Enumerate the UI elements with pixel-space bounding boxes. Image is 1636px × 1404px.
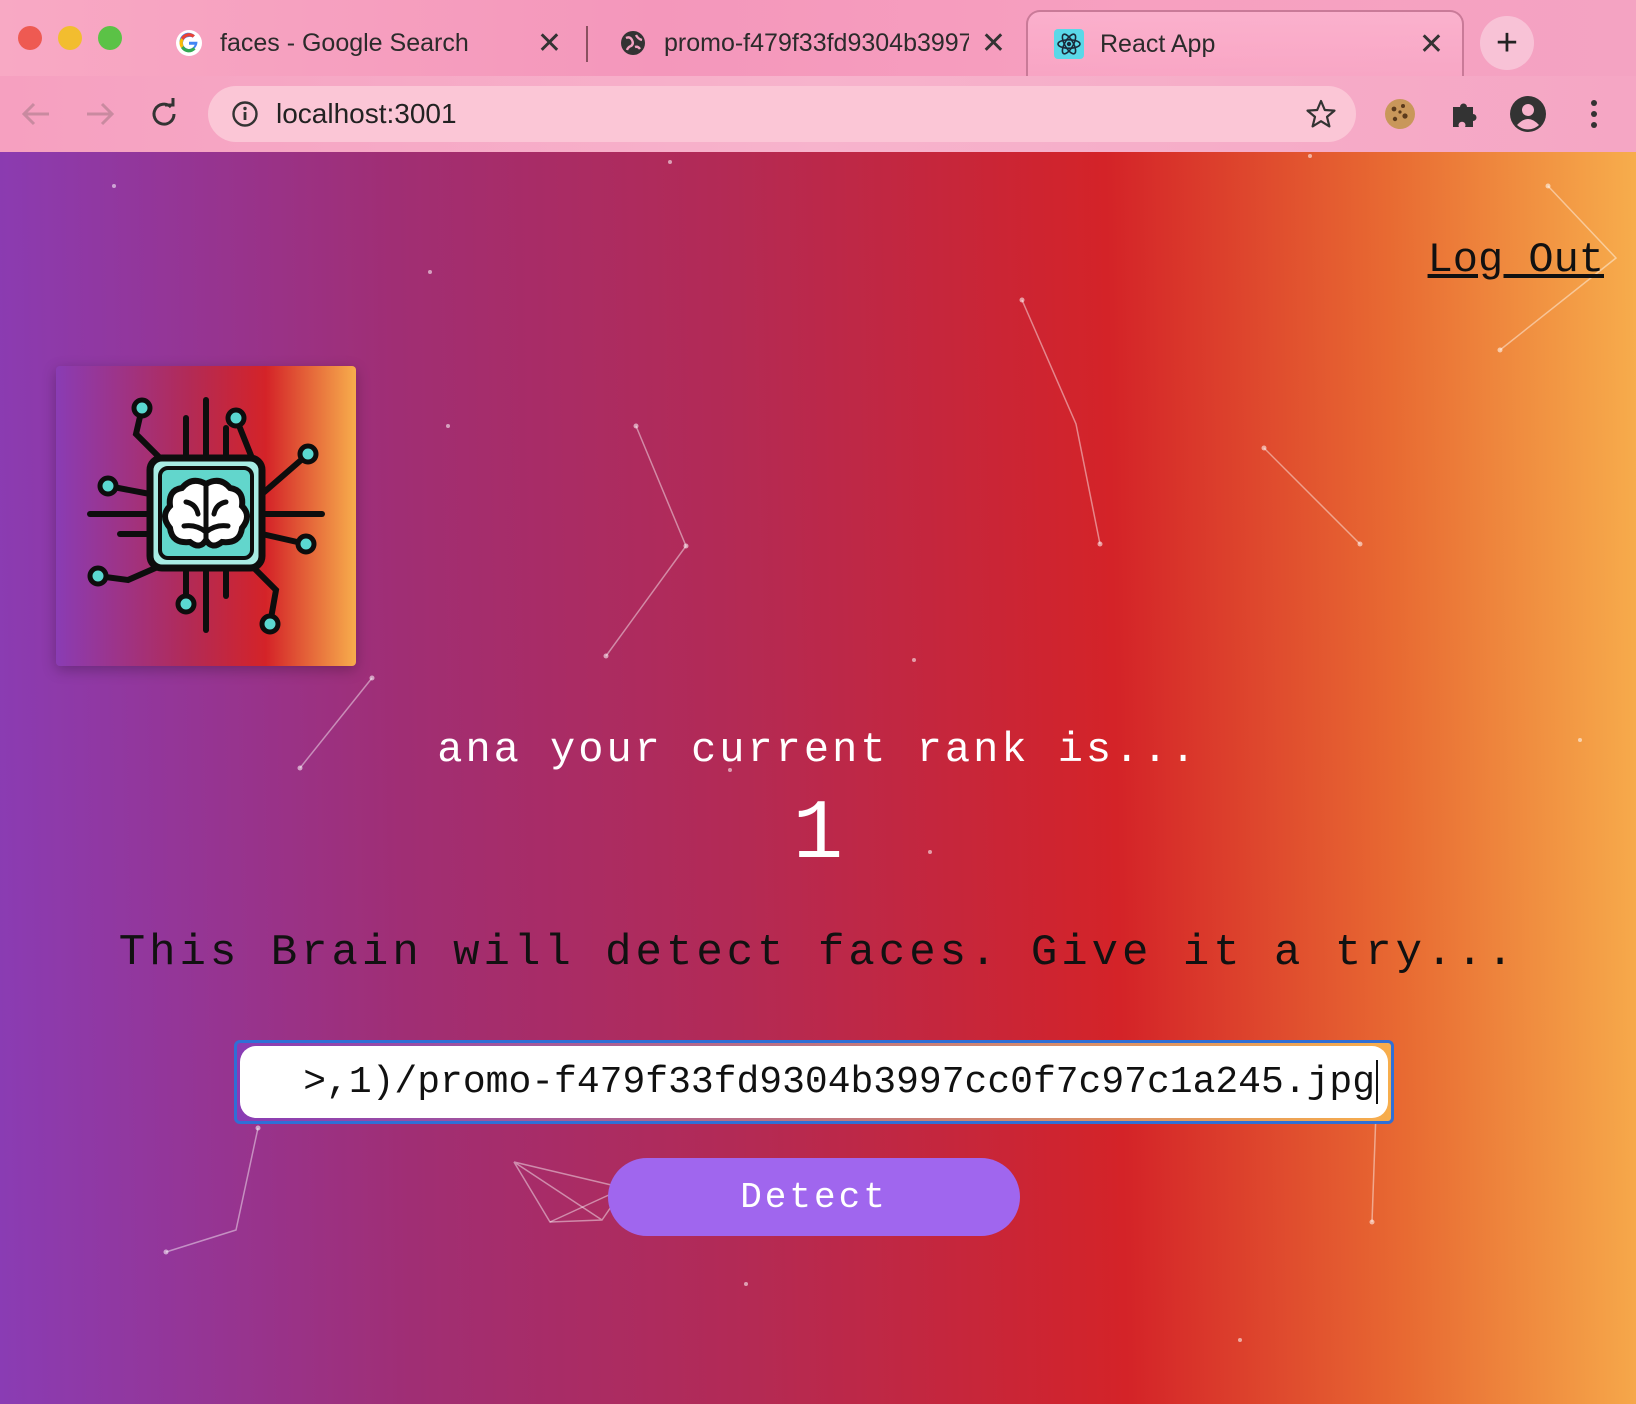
detect-button[interactable]: Detect bbox=[608, 1158, 1020, 1236]
info-icon[interactable] bbox=[230, 99, 260, 129]
address-bar[interactable]: localhost:3001 bbox=[208, 86, 1356, 142]
bookmark-star-icon[interactable] bbox=[1304, 97, 1338, 131]
back-button[interactable] bbox=[14, 92, 58, 136]
close-tab-icon[interactable]: ✕ bbox=[537, 26, 562, 61]
image-url-input[interactable]: >,1)/promo-f479f33fd9304b3997cc0f7c97c1a… bbox=[240, 1046, 1388, 1118]
reload-button[interactable] bbox=[142, 92, 186, 136]
reload-icon bbox=[152, 98, 176, 126]
close-tab-icon[interactable]: ✕ bbox=[981, 26, 1006, 61]
close-tab-icon[interactable]: ✕ bbox=[1419, 27, 1444, 62]
tab-title: React App bbox=[1100, 29, 1216, 58]
rank-value: 1 bbox=[792, 788, 844, 883]
text-caret bbox=[1376, 1060, 1378, 1104]
new-tab-button[interactable]: + bbox=[1480, 16, 1534, 70]
browser-tab-strip: faces - Google Search ✕ promo-f479f33fd9… bbox=[0, 0, 1636, 76]
arrow-right-icon bbox=[87, 102, 115, 126]
cookie-extension-icon[interactable] bbox=[1378, 92, 1422, 136]
image-url-field[interactable]: >,1)/promo-f479f33fd9304b3997cc0f7c97c1a… bbox=[234, 1040, 1394, 1124]
brain-logo[interactable] bbox=[56, 366, 356, 666]
react-icon bbox=[1054, 29, 1084, 59]
globe-icon bbox=[618, 28, 648, 58]
window-maximize-button[interactable] bbox=[98, 26, 122, 50]
rank-message: ana your current rank is... bbox=[437, 726, 1199, 774]
app-tagline: This Brain will detect faces. Give it a … bbox=[118, 928, 1518, 978]
logout-link[interactable]: Log Out bbox=[1428, 236, 1604, 284]
extensions-puzzle-icon[interactable] bbox=[1442, 92, 1486, 136]
tab-react-app[interactable]: React App ✕ bbox=[1026, 10, 1464, 76]
brain-chip-icon bbox=[87, 397, 325, 635]
app-page: Log Out ana your current rank is... 1 Th… bbox=[0, 152, 1636, 1404]
browser-toolbar: localhost:3001 bbox=[0, 76, 1636, 154]
tab-title: faces - Google Search bbox=[220, 28, 469, 57]
window-minimize-button[interactable] bbox=[58, 26, 82, 50]
forward-button[interactable] bbox=[78, 92, 122, 136]
window-close-button[interactable] bbox=[18, 26, 42, 50]
tab-separator bbox=[586, 26, 588, 62]
image-url-value: >,1)/promo-f479f33fd9304b3997cc0f7c97c1a… bbox=[303, 1060, 1375, 1104]
arrow-left-icon bbox=[21, 102, 49, 126]
tab-google-search[interactable]: faces - Google Search ✕ bbox=[148, 10, 580, 76]
address-text: localhost:3001 bbox=[276, 98, 457, 129]
tab-title: promo-f479f33fd9304b3997cc0f7c97c1a245.j… bbox=[664, 28, 969, 57]
plus-icon: + bbox=[1495, 21, 1519, 64]
google-icon bbox=[174, 28, 204, 58]
tab-promo-image[interactable]: promo-f479f33fd9304b3997cc0f7c97c1a245.j… bbox=[592, 10, 1024, 76]
menu-kebab-icon[interactable] bbox=[1572, 92, 1616, 136]
profile-avatar-icon[interactable] bbox=[1506, 92, 1550, 136]
